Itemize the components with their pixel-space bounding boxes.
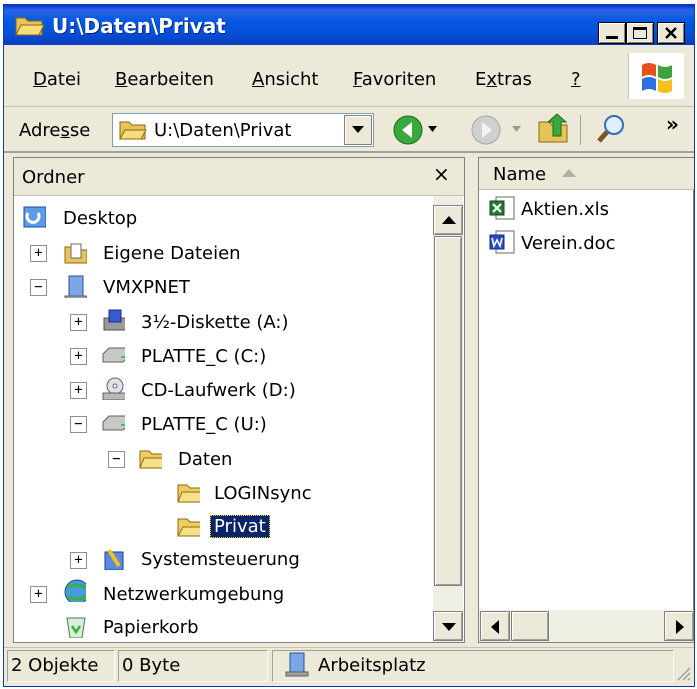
file-item-verein[interactable]: Verein.doc (521, 233, 616, 254)
tree-item-platte-c[interactable]: PLATTE_C (C:) (141, 346, 266, 367)
menu-bearbeiten[interactable]: Bearbeiten (115, 69, 214, 90)
tree-expander[interactable]: + (30, 245, 47, 262)
folder-pane-title: Ordner (22, 167, 85, 188)
toolbar-more-button[interactable]: » (666, 112, 679, 136)
folder-icon (139, 450, 162, 469)
scroll-right-icon (676, 620, 684, 634)
tree-item-papierkorb[interactable]: Papierkorb (103, 617, 199, 638)
scroll-left-icon (491, 620, 499, 634)
address-dropdown-button[interactable] (344, 115, 372, 145)
status-objects: 2 Objekte (11, 655, 99, 676)
menu-help[interactable]: ? (571, 69, 581, 90)
tree-item-netzwerkumgebung[interactable]: Netzwerkumgebung (103, 584, 284, 605)
toolbar-separator (580, 115, 581, 145)
tree-expander[interactable]: + (70, 348, 87, 365)
status-location: Arbeitsplatz (318, 655, 426, 676)
tree-item-cd-drive[interactable]: CD-Laufwerk (D:) (141, 380, 296, 401)
scroll-down-icon (442, 623, 456, 631)
tree-expander[interactable]: − (30, 279, 47, 296)
network-icon (64, 579, 86, 602)
resize-grip-icon[interactable] (674, 664, 692, 682)
computer-icon (285, 652, 309, 677)
folder-icon (177, 484, 200, 503)
back-icon[interactable] (392, 114, 424, 146)
address-value: U:\Daten\Privat (154, 120, 292, 141)
scroll-down-button[interactable] (433, 611, 463, 641)
cd-drive-icon (102, 377, 125, 400)
folder-open-icon (119, 121, 147, 140)
tree-expander[interactable]: + (70, 552, 87, 569)
windows-logo-icon (642, 63, 672, 93)
chevron-down-icon (352, 126, 364, 133)
tree-item-systemsteuerung[interactable]: Systemsteuerung (141, 549, 300, 570)
scroll-up-button[interactable] (433, 205, 463, 235)
tree-item-privat-label: Privat (210, 515, 270, 538)
excel-file-icon (489, 196, 515, 220)
tree-expander[interactable]: + (30, 586, 47, 603)
minimize-button[interactable] (598, 22, 626, 44)
forward-dropdown-icon[interactable] (512, 126, 522, 134)
status-size: 0 Byte (122, 655, 181, 676)
tree-item-floppy[interactable]: 3½-Diskette (A:) (141, 312, 289, 333)
folder-up-icon[interactable] (537, 112, 569, 146)
drive-icon (102, 415, 125, 431)
scroll-thumb[interactable] (434, 236, 462, 586)
close-button[interactable] (657, 22, 685, 44)
scroll-up-icon (442, 216, 456, 224)
hscroll-thumb[interactable] (511, 611, 549, 641)
maximize-button[interactable] (626, 22, 654, 44)
back-dropdown-icon[interactable] (428, 126, 438, 134)
my-documents-icon (64, 243, 87, 264)
tree-item-eigene-dateien[interactable]: Eigene Dateien (103, 243, 241, 264)
tree-expander[interactable]: + (70, 382, 87, 399)
windows-logo (628, 53, 684, 99)
forward-icon[interactable] (470, 114, 502, 146)
name-column-label: Name (493, 164, 547, 185)
tree-expander[interactable]: + (70, 314, 87, 331)
pane-splitter[interactable] (466, 157, 477, 643)
tree-item-loginsync[interactable]: LOGINsync (214, 483, 312, 504)
address-label: Adresse (19, 120, 91, 141)
scroll-left-button[interactable] (480, 611, 510, 641)
search-icon[interactable] (596, 113, 628, 145)
recycle-bin-icon (66, 617, 86, 638)
tree-item-vmxpnet[interactable]: VMXPNET (103, 277, 190, 298)
floppy-icon (103, 309, 125, 331)
tree-expander[interactable]: − (70, 416, 87, 433)
file-item-aktien[interactable]: Aktien.xls (521, 199, 609, 220)
tree-item-desktop[interactable]: Desktop (63, 208, 137, 229)
menu-favoriten[interactable]: Favoriten (353, 69, 436, 90)
tree-expander[interactable]: − (108, 451, 125, 468)
folder-pane-close-button[interactable]: × (433, 162, 450, 186)
folder-open-icon (177, 518, 200, 537)
menu-extras[interactable]: Extras (475, 69, 532, 90)
menu-ansicht[interactable]: Ansicht (252, 69, 318, 90)
tree-item-platte-u[interactable]: PLATTE_C (U:) (141, 414, 267, 435)
folder-open-icon (15, 17, 45, 36)
menu-bar (4, 45, 694, 107)
maximize-icon (633, 27, 647, 39)
minimize-icon (606, 36, 618, 39)
desktop-icon (23, 206, 46, 228)
close-icon (665, 27, 677, 39)
word-file-icon (489, 230, 515, 254)
drive-icon (102, 347, 125, 363)
control-panel-icon (104, 548, 124, 570)
window-title: U:\Daten\Privat (52, 14, 226, 38)
sort-ascending-icon (562, 169, 576, 177)
computer-icon (64, 275, 87, 298)
tree-item-daten[interactable]: Daten (178, 449, 232, 470)
tree-item-privat[interactable]: Privat (210, 515, 270, 538)
scroll-right-button[interactable] (664, 611, 694, 641)
menu-datei[interactable]: Datei (33, 69, 81, 90)
